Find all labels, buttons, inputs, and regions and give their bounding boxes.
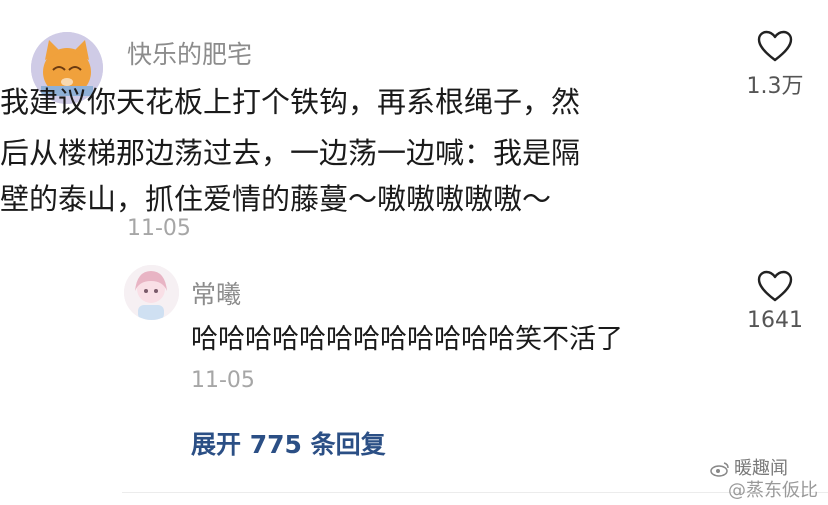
- like-button[interactable]: 1641: [740, 270, 810, 333]
- watermark: 暖趣闻 @蒸东仮比: [710, 458, 818, 502]
- comment-line: 壁的泰山，抓住爱情的藤蔓～嗷嗷嗷嗷嗷～: [0, 182, 552, 216]
- comment-date: 11-05: [127, 216, 191, 241]
- girl-avatar-icon[interactable]: [124, 265, 179, 320]
- reply-body: 哈哈哈哈哈哈哈哈哈哈哈哈笑不活了: [191, 324, 623, 355]
- weibo-logo-icon: [710, 462, 729, 477]
- heart-icon[interactable]: [757, 270, 793, 302]
- like-button[interactable]: 1.3万: [740, 30, 810, 100]
- expand-replies-link[interactable]: 展开 775 条回复: [191, 425, 386, 461]
- heart-icon[interactable]: [757, 30, 793, 62]
- reply-date: 11-05: [191, 368, 255, 393]
- comment-line: 后从楼梯那边荡过去，一边荡一边喊：我是隔: [0, 136, 581, 170]
- watermark-handle: @蒸东仮比: [728, 480, 818, 501]
- comment-line: 我建议你天花板上打个铁钩，再系根绳子，然: [0, 85, 581, 119]
- username[interactable]: 快乐的肥宅: [127, 35, 252, 71]
- username[interactable]: 常曦: [191, 275, 241, 311]
- like-count: 1641: [747, 308, 803, 333]
- watermark-brand: 暖趣闻: [734, 458, 788, 479]
- like-count: 1.3万: [746, 74, 804, 99]
